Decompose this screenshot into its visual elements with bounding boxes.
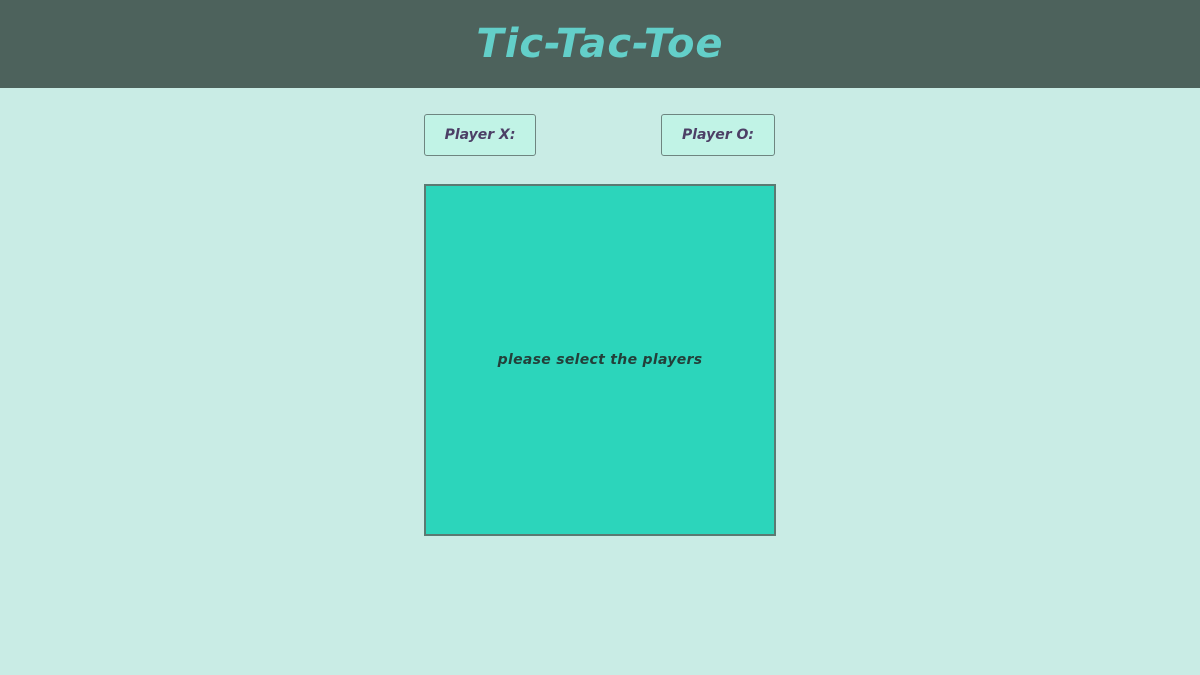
app-header: Tic-Tac-Toe <box>0 0 1200 88</box>
board-status-message: please select the players <box>497 352 703 368</box>
select-player-o-button[interactable]: Player O: <box>661 114 775 156</box>
select-player-x-button[interactable]: Player X: <box>424 114 536 156</box>
game-board: please select the players <box>424 184 776 536</box>
page-title: Tic-Tac-Toe <box>476 21 724 67</box>
